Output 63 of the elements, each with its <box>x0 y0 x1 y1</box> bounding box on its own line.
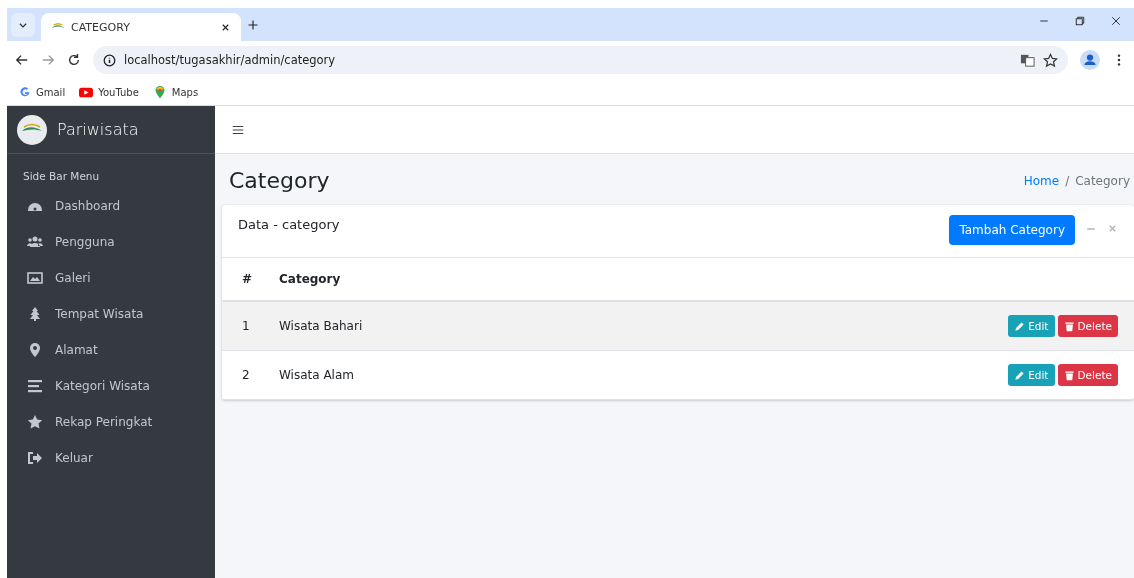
sidebar-item[interactable]: Tempat Wisata <box>7 296 215 332</box>
restore-icon <box>1074 14 1086 27</box>
bookmark[interactable]: Maps <box>152 85 199 99</box>
table-cell: Wisata Bahari <box>279 319 363 333</box>
sidebar-item[interactable]: Dashboard <box>7 188 215 224</box>
translate-icon <box>1020 52 1035 68</box>
tab-title: CATEGORY <box>71 20 131 34</box>
pencil-icon <box>1014 369 1026 381</box>
reload-icon <box>67 53 81 67</box>
image-icon <box>27 270 43 286</box>
breadcrumb-current: Category <box>1075 173 1130 188</box>
close-icon <box>1110 14 1122 27</box>
brand-name: Pariwisata <box>57 120 139 139</box>
table-cell: 2 <box>242 368 250 382</box>
close-window-button[interactable] <box>1110 14 1122 27</box>
back-button[interactable] <box>15 53 29 67</box>
add-category-button[interactable]: Tambah Category <box>949 215 1075 245</box>
restore-button[interactable] <box>1074 14 1086 27</box>
forward-button[interactable] <box>41 53 55 67</box>
back-arrow-icon <box>15 53 29 67</box>
page-title: Category <box>229 168 330 193</box>
close-icon <box>1107 223 1118 234</box>
table-cell: Wisata Alam <box>279 368 354 382</box>
bookmark[interactable]: YouTube <box>79 85 139 99</box>
column-header: # <box>242 272 253 286</box>
sidebar-heading: Side Bar Menu <box>22 169 101 184</box>
star-icon <box>1043 52 1058 68</box>
delete-button[interactable]: Delete <box>1057 364 1118 386</box>
star-icon <box>27 414 43 430</box>
map-pin-icon <box>27 342 43 358</box>
url-text: localhost/tugasakhir/admin/category <box>124 53 336 67</box>
table-cell: 1 <box>242 319 250 333</box>
sidebar-item[interactable]: Keluar <box>7 440 215 476</box>
trash-icon <box>1063 369 1075 381</box>
sidebar-item[interactable]: Rekap Peringkat <box>7 404 215 440</box>
card-title: Data - category <box>238 217 341 232</box>
tree-icon <box>27 306 43 322</box>
breadcrumb-separator: / <box>1065 173 1070 188</box>
plus-icon <box>247 18 259 31</box>
profile-avatar-icon <box>1080 50 1100 70</box>
chevron-down-icon <box>18 20 28 30</box>
sidebar-item[interactable]: Kategori Wisata <box>7 368 215 404</box>
address-bar[interactable]: localhost/tugasakhir/admin/category <box>93 46 1068 74</box>
browser-tab[interactable]: CATEGORY <box>41 13 241 41</box>
logo-icon <box>17 114 47 145</box>
sidebar-item[interactable]: Alamat <box>7 332 215 368</box>
sidebar-item[interactable]: Galeri <box>7 260 215 296</box>
play-icon <box>79 85 94 99</box>
reload-button[interactable] <box>67 53 81 67</box>
forward-arrow-icon <box>41 53 55 67</box>
sign-out-icon <box>27 450 43 466</box>
info-icon <box>103 53 116 67</box>
sidebar-item[interactable]: Pengguna <box>7 224 215 260</box>
users-icon <box>27 234 43 250</box>
google-icon <box>19 86 31 98</box>
list-icon <box>27 378 43 394</box>
new-tab-button[interactable] <box>247 18 259 31</box>
breadcrumb-link[interactable]: Home <box>1023 173 1060 188</box>
pencil-icon <box>1014 320 1026 332</box>
column-header: Category <box>279 272 341 286</box>
bookmark[interactable]: Gmail <box>19 86 66 98</box>
trash-icon <box>1063 320 1075 332</box>
delete-button[interactable]: Delete <box>1057 315 1118 337</box>
